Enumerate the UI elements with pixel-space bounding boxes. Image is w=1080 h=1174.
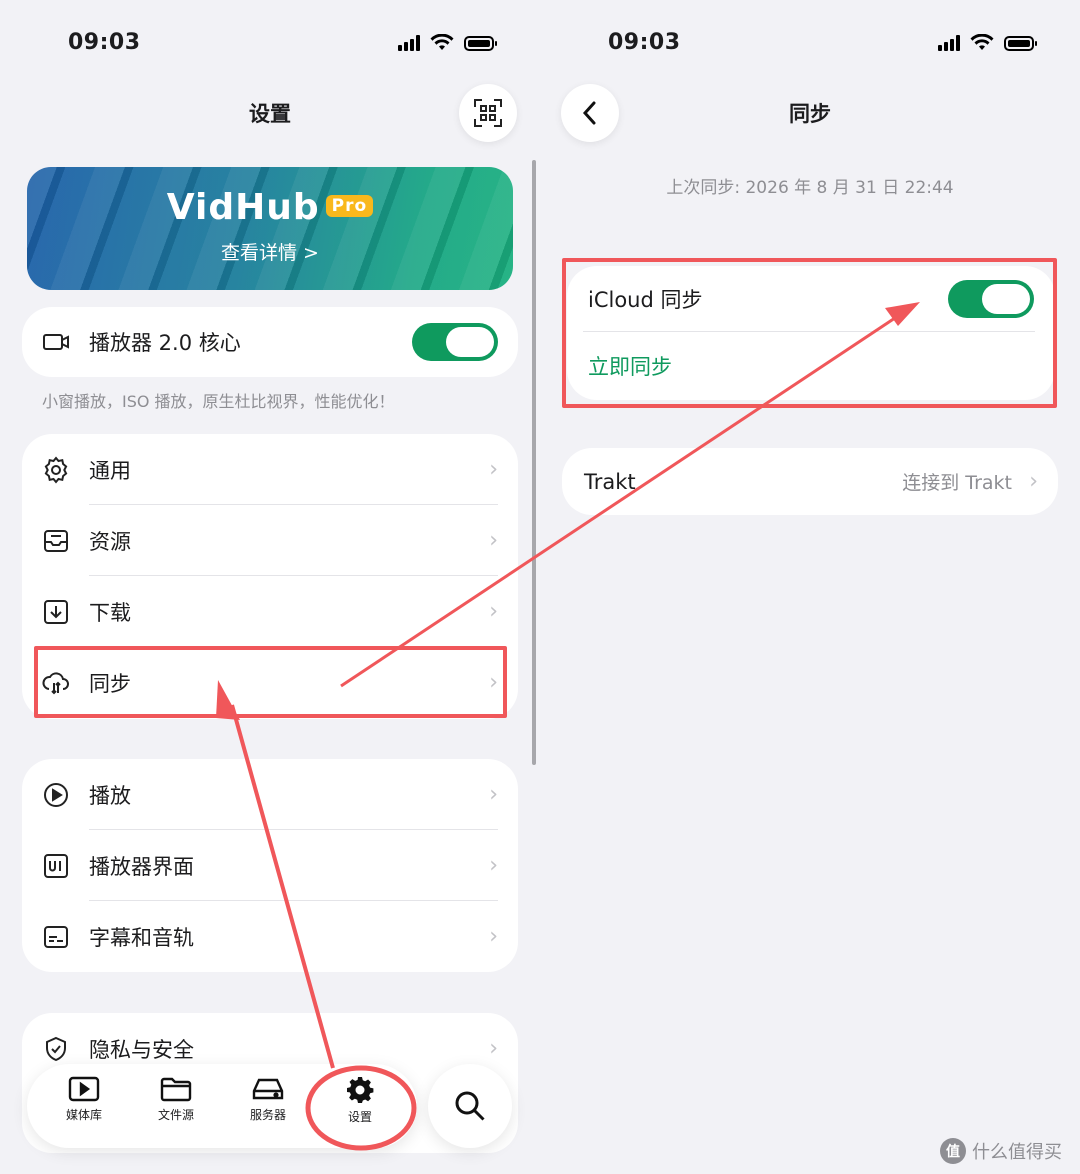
sync-screen: 09:03 同步 上次同步: 2026 年 8 月 31 日 22:44 iCl… [540, 0, 1080, 1174]
wifi-icon [430, 34, 454, 50]
gear-icon [347, 1077, 374, 1103]
tab-file-sources[interactable]: 文件源 [131, 1076, 221, 1123]
settings-item-label: 隐私与安全 [89, 1037, 194, 1062]
settings-item-label: 下载 [89, 600, 131, 625]
chevron-right-icon: › [489, 924, 498, 949]
settings-item-play[interactable]: 播放 › [22, 759, 518, 830]
settings-item-label: 资源 [89, 529, 131, 554]
signal-icon [398, 35, 420, 51]
trakt-connect-value: 连接到 Trakt [902, 472, 1012, 494]
status-time: 09:03 [68, 30, 141, 55]
chevron-right-icon: › [489, 528, 498, 553]
tab-servers[interactable]: 服务器 [223, 1076, 313, 1123]
chevron-right-icon: › [489, 599, 498, 624]
settings-screen: 09:03 设置 VidHub Pro 查看详情 > 播放器 2.0 核心 小窗播… [0, 0, 540, 1174]
battery-icon [1004, 35, 1037, 51]
server-icon [252, 1078, 284, 1100]
subtitle-icon [44, 925, 68, 948]
trakt-label: Trakt [584, 469, 636, 494]
battery-icon [464, 35, 497, 51]
chevron-right-icon: › [1029, 469, 1038, 494]
status-bar: 09:03 [540, 28, 1080, 62]
page-title: 同步 [789, 102, 831, 126]
trakt-row[interactable]: Trakt 连接到 Trakt › [562, 448, 1058, 515]
download-icon [44, 599, 68, 624]
pro-banner[interactable]: VidHub Pro 查看详情 > [27, 167, 513, 290]
settings-group-playback: 播放 › 播放器界面 › 字幕和音轨 › [22, 759, 518, 972]
player-core-caption: 小窗播放，ISO 播放，原生杜比视界，性能优化！ [42, 392, 395, 411]
chevron-right-icon: › [489, 457, 498, 482]
watermark: 值 什么值得买 [940, 1138, 1062, 1164]
gear-icon [44, 455, 68, 484]
chevron-right-icon: › [489, 853, 498, 878]
status-time: 09:03 [608, 30, 681, 55]
settings-item-resources[interactable]: 资源 › [22, 505, 518, 576]
tab-media-library[interactable]: 媒体库 [39, 1076, 129, 1123]
search-icon [455, 1091, 485, 1121]
chevron-right-icon: › [489, 782, 498, 807]
settings-item-general[interactable]: 通用 › [22, 434, 518, 505]
signal-icon [938, 35, 960, 51]
pro-badge: Pro [325, 195, 374, 217]
qr-scan-button[interactable] [459, 84, 517, 142]
settings-item-label: 字幕和音轨 [89, 925, 194, 950]
player-core-label: 播放器 2.0 核心 [89, 331, 241, 355]
player-core-card: 播放器 2.0 核心 [22, 307, 518, 377]
qr-code-icon [474, 99, 502, 127]
highlight-box-icloud [562, 258, 1057, 408]
settings-item-label: 通用 [89, 458, 131, 483]
tab-settings[interactable]: 设置 [315, 1076, 405, 1125]
chevron-right-icon: › [489, 1036, 498, 1061]
wifi-icon [970, 34, 994, 50]
inbox-icon [44, 529, 68, 552]
scrollbar[interactable] [532, 160, 536, 765]
settings-item-download[interactable]: 下载 › [22, 576, 518, 647]
video-camera-icon [43, 334, 69, 350]
last-sync-time: 上次同步: 2026 年 8 月 31 日 22:44 [666, 178, 954, 198]
settings-item-label: 播放器界面 [89, 854, 194, 879]
shield-icon [46, 1036, 66, 1061]
folder-icon [160, 1077, 192, 1102]
settings-item-label: 播放 [89, 783, 131, 808]
settings-item-subtitles[interactable]: 字幕和音轨 › [22, 901, 518, 972]
settings-item-player-ui[interactable]: 播放器界面 › [22, 830, 518, 901]
brand-logo: VidHub Pro [27, 187, 513, 228]
tab-bar: 媒体库 文件源 服务器 设置 [27, 1064, 417, 1148]
highlight-box-sync-item [34, 646, 507, 718]
trakt-card: Trakt 连接到 Trakt › [562, 448, 1058, 515]
player-core-toggle[interactable] [412, 323, 498, 361]
status-bar: 09:03 [0, 28, 540, 62]
smzdm-logo: 值 [940, 1138, 966, 1164]
search-button[interactable] [428, 1064, 512, 1148]
play-circle-icon [44, 782, 68, 807]
ui-icon [44, 853, 68, 878]
play-box-icon [68, 1076, 100, 1102]
banner-details-link[interactable]: 查看详情 > [27, 238, 513, 265]
